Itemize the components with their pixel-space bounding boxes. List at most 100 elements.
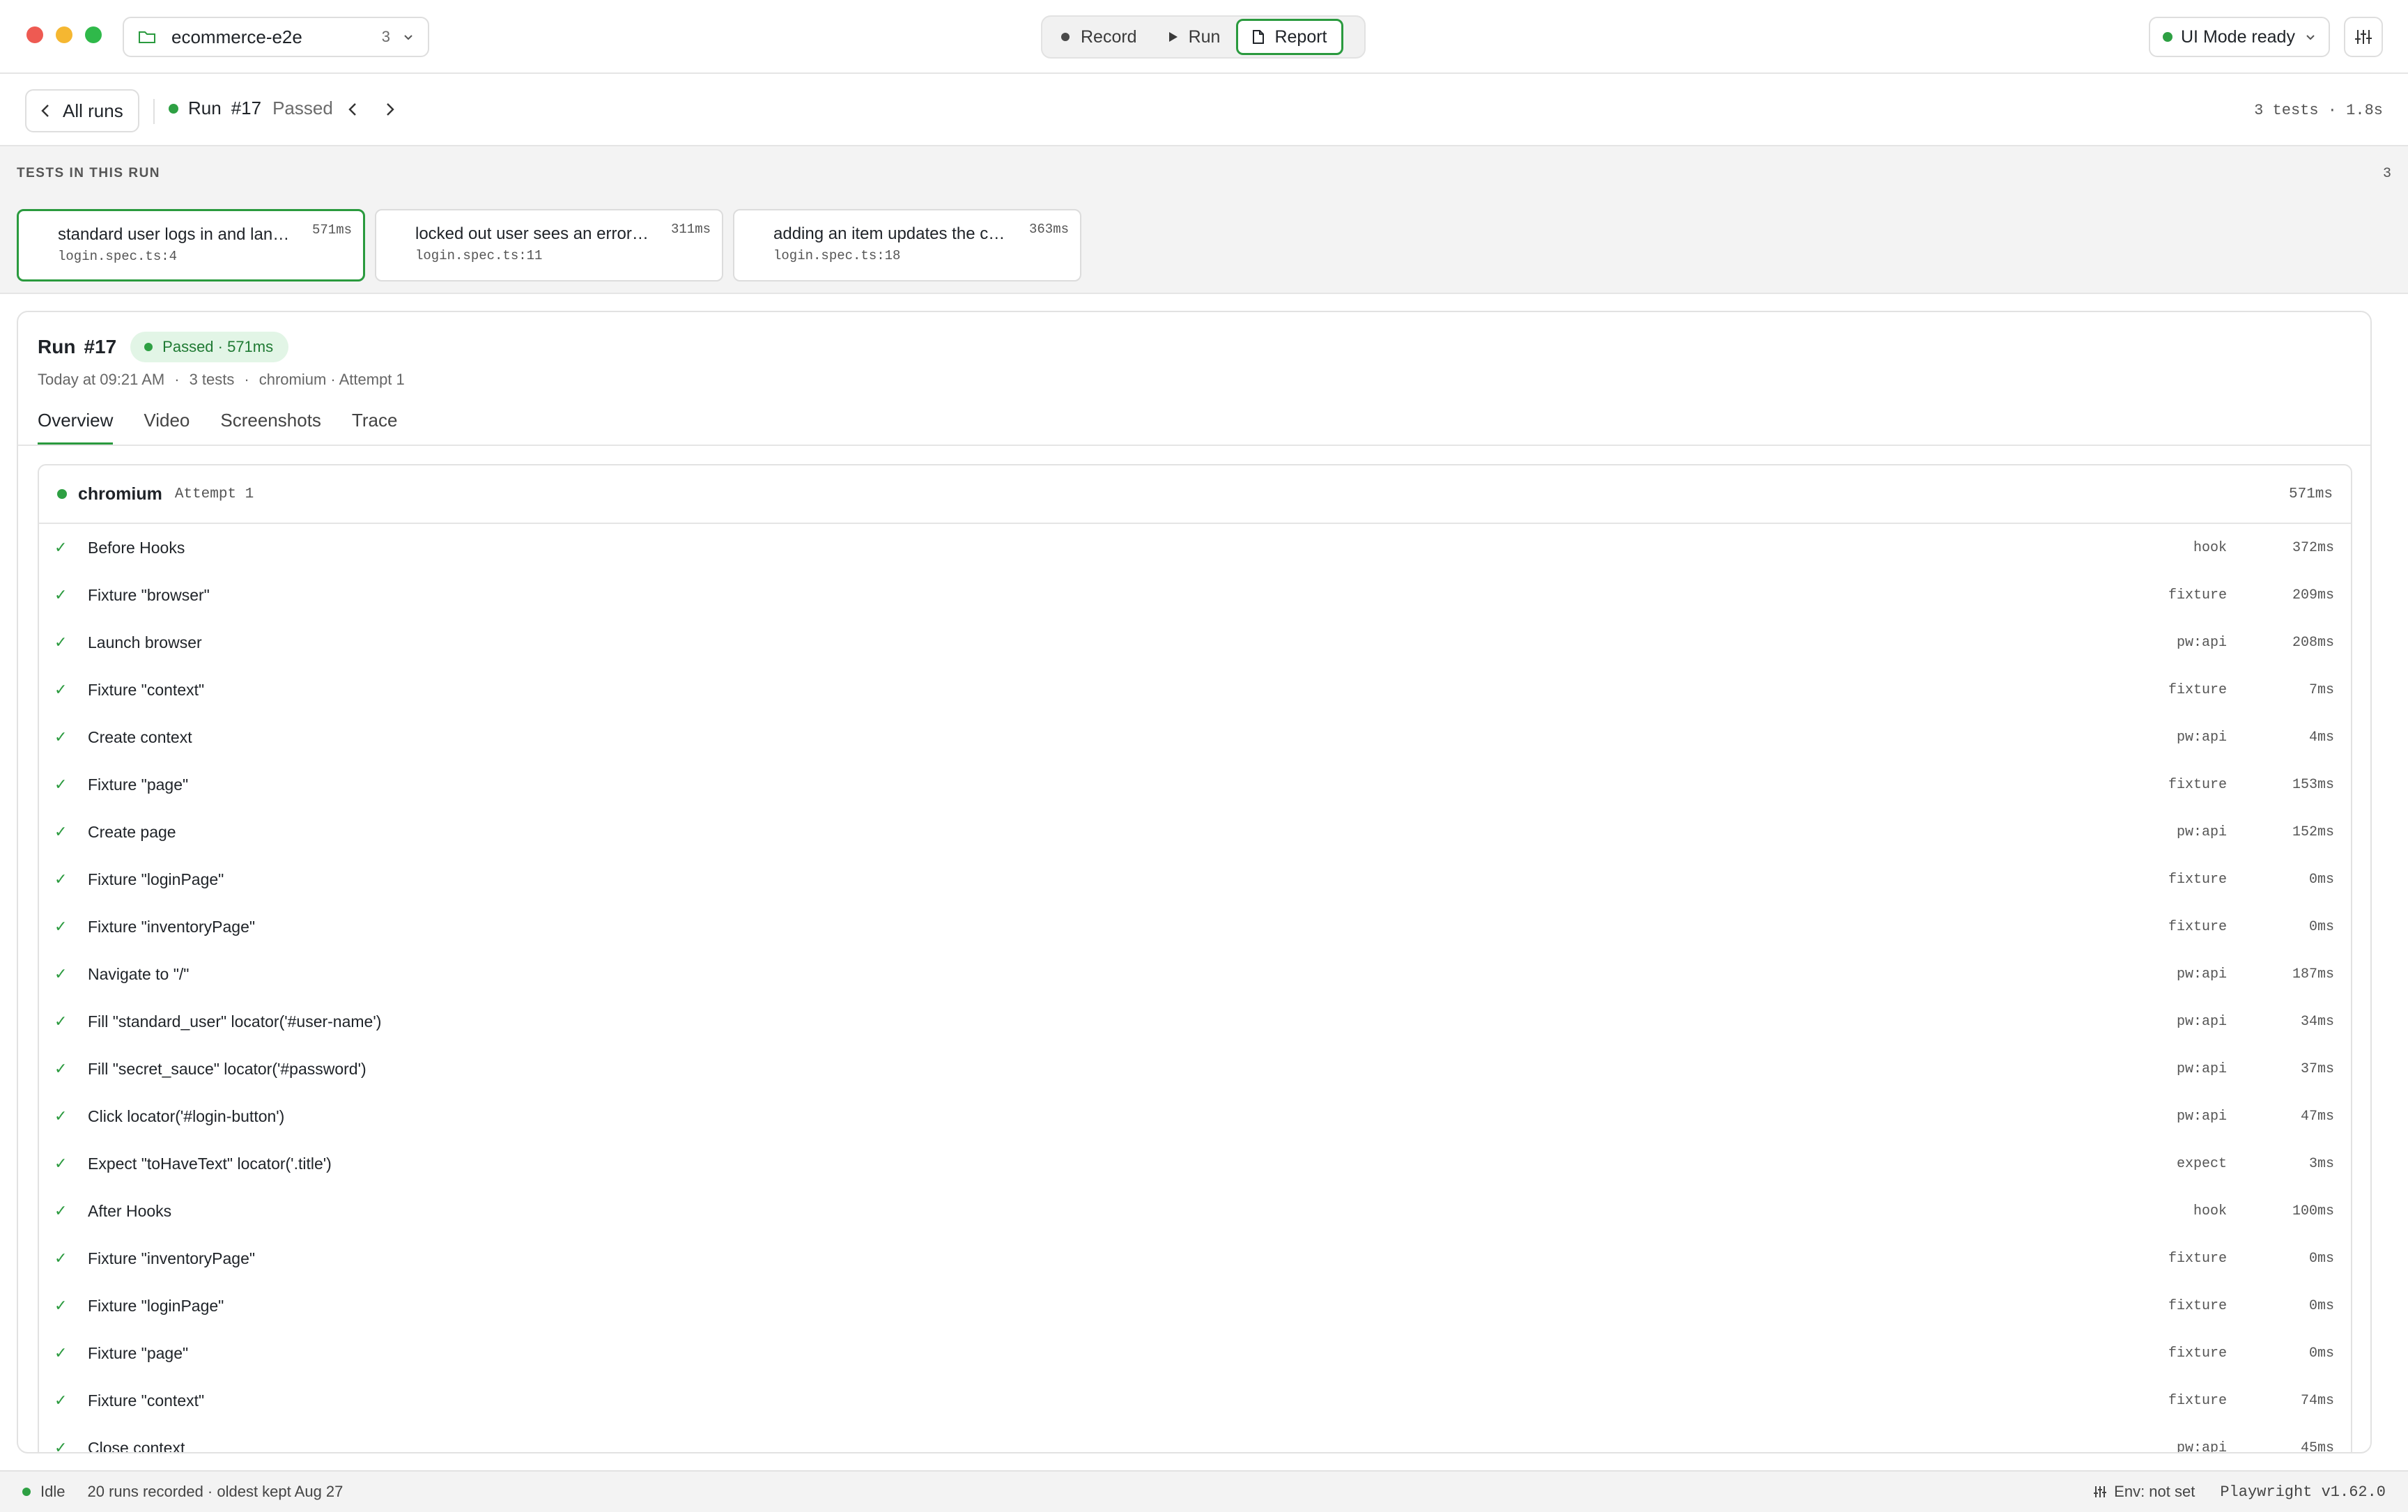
step-row[interactable]: ✓ Click locator('#login-button') pw:api 47m… xyxy=(39,1093,2351,1140)
run-pager xyxy=(344,99,399,120)
step-duration: 153ms xyxy=(2292,776,2334,793)
step-duration: 208ms xyxy=(2292,634,2334,651)
env-indicator[interactable]: Env: not set xyxy=(2093,1483,2195,1501)
status-bar-right: Env: not set Playwright v1.62.0 xyxy=(2093,1483,2386,1501)
previous-run-button[interactable] xyxy=(344,99,361,120)
step-title: Fixture "inventoryPage" xyxy=(88,1249,256,1267)
tab-overview[interactable]: Overview xyxy=(38,410,114,445)
test-duration: 571ms xyxy=(311,222,352,238)
run-environment: chromium · Attempt 1 xyxy=(258,371,405,388)
step-duration: 0ms xyxy=(2308,1297,2334,1314)
step-title: Launch browser xyxy=(88,633,202,651)
step-title: Fill "standard_user" locator('#user-name… xyxy=(88,1012,382,1031)
step-title: Fixture "inventoryPage" xyxy=(88,917,256,936)
test-file: login.spec.ts:4 xyxy=(58,249,178,264)
step-category: pw:api xyxy=(2176,729,2227,746)
test-card[interactable]: standard user logs in and lands on inven… xyxy=(17,209,365,281)
step-row[interactable]: ✓ Fill "secret_sauce" locator('#password'… xyxy=(39,1045,2351,1093)
step-category: expect xyxy=(2176,1155,2227,1172)
run-mode-button[interactable]: Run xyxy=(1153,19,1237,55)
step-title: After Hooks xyxy=(88,1201,172,1220)
step-duration: 187ms xyxy=(2292,966,2334,982)
step-row[interactable]: ✓ Navigate to "/" pw:api 187ms xyxy=(39,950,2351,998)
minimize-window-button[interactable] xyxy=(56,26,72,43)
step-row[interactable]: ✓ Close context pw:api 45ms xyxy=(39,1424,2351,1453)
step-rows: ✓ Before Hooks hook 372ms ✓ Fixture "browser"… xyxy=(39,524,2351,1453)
step-category: pw:api xyxy=(2176,1440,2227,1453)
maximize-window-button[interactable] xyxy=(85,26,102,43)
step-row[interactable]: ✓ Fixture "inventoryPage" fixture 0ms xyxy=(39,903,2351,950)
test-card[interactable]: locked out user sees an error message lo… xyxy=(375,209,723,281)
step-duration: 209ms xyxy=(2292,587,2334,603)
settings-button[interactable] xyxy=(2344,17,2383,57)
step-row[interactable]: ✓ Before Hooks hook 372ms xyxy=(39,524,2351,571)
step-category: hook xyxy=(2193,1203,2227,1219)
step-title: Before Hooks xyxy=(88,538,185,557)
step-row[interactable]: ✓ Fixture "page" fixture 153ms xyxy=(39,761,2351,808)
step-category: pw:api xyxy=(2176,824,2227,840)
tabs-divider xyxy=(18,445,2370,446)
step-duration: 45ms xyxy=(2300,1440,2334,1453)
check-icon: ✓ xyxy=(54,870,68,888)
step-row[interactable]: ✓ Fixture "browser" fixture 209ms xyxy=(39,571,2351,619)
status-badge: Passed · 571ms xyxy=(130,332,289,362)
next-run-button[interactable] xyxy=(382,99,399,120)
step-duration: 4ms xyxy=(2308,729,2334,746)
step-row[interactable]: ✓ Fixture "context" fixture 7ms xyxy=(39,666,2351,713)
step-duration: 74ms xyxy=(2300,1392,2334,1409)
all-runs-button[interactable]: All runs xyxy=(25,89,139,132)
test-card[interactable]: adding an item updates the cart badge lo… xyxy=(733,209,1081,281)
step-duration: 152ms xyxy=(2292,824,2334,840)
step-category: fixture xyxy=(2168,1345,2227,1361)
step-category: fixture xyxy=(2168,681,2227,698)
chevron-down-icon xyxy=(404,35,412,40)
window-controls xyxy=(26,26,102,43)
step-row[interactable]: ✓ Create page pw:api 152ms xyxy=(39,808,2351,856)
step-title: Create context xyxy=(88,727,192,746)
record-mode-button[interactable]: Record xyxy=(1045,19,1153,55)
step-category: fixture xyxy=(2168,918,2227,935)
current-run-info: Run #17 Passed xyxy=(169,98,333,119)
status-dot xyxy=(144,343,153,351)
step-row[interactable]: ✓ After Hooks hook 100ms xyxy=(39,1187,2351,1235)
check-icon: ✓ xyxy=(54,1107,68,1125)
close-window-button[interactable] xyxy=(26,26,43,43)
step-row[interactable]: ✓ Fixture "loginPage" fixture 0ms xyxy=(39,1282,2351,1329)
panel-title: Run #17 Passed · 571ms xyxy=(38,332,289,362)
project-name: ecommerce-e2e xyxy=(171,26,302,47)
run-time: Today at 09:21 AM xyxy=(38,371,165,388)
status-dot xyxy=(169,103,178,114)
step-row[interactable]: ✓ Fill "standard_user" locator('#user-nam… xyxy=(39,998,2351,1045)
step-category: pw:api xyxy=(2176,1108,2227,1125)
check-icon: ✓ xyxy=(54,965,68,982)
check-icon: ✓ xyxy=(54,728,68,746)
chevron-left-icon xyxy=(41,105,49,117)
tab-screenshots[interactable]: Screenshots xyxy=(220,410,321,445)
step-row[interactable]: ✓ Fixture "context" fixture 74ms xyxy=(39,1377,2351,1424)
version-label: Playwright v1.62.0 xyxy=(2220,1483,2386,1501)
detail-tabs: Overview Video Screenshots Trace xyxy=(38,410,397,445)
check-icon: ✓ xyxy=(54,1155,68,1172)
report-mode-button[interactable]: Report xyxy=(1236,19,1343,55)
step-row[interactable]: ✓ Fixture "page" fixture 0ms xyxy=(39,1329,2351,1377)
step-duration: 100ms xyxy=(2292,1203,2334,1219)
step-row[interactable]: ✓ Create context pw:api 4ms xyxy=(39,713,2351,761)
ui-mode-status-dropdown[interactable]: UI Mode ready xyxy=(2149,17,2330,57)
step-category: hook xyxy=(2193,539,2227,556)
step-row[interactable]: ✓ Launch browser pw:api 208ms xyxy=(39,619,2351,666)
chevron-right-icon xyxy=(387,103,394,116)
project-selector[interactable]: ecommerce-e2e 3 xyxy=(123,17,429,57)
step-row[interactable]: ✓ Expect "toHaveText" locator('.title') ex… xyxy=(39,1140,2351,1187)
step-row[interactable]: ✓ Fixture "loginPage" fixture 0ms xyxy=(39,856,2351,903)
tests-strip-heading: TESTS IN THIS RUN xyxy=(17,166,161,180)
tab-trace[interactable]: Trace xyxy=(352,410,398,445)
step-row[interactable]: ✓ Fixture "inventoryPage" fixture 0ms xyxy=(39,1235,2351,1282)
attempt-label: Attempt 1 xyxy=(174,486,254,502)
run-detail-panel: Run #17 Passed · 571ms Today at 09:21 AM … xyxy=(17,311,2372,1453)
step-category: fixture xyxy=(2168,587,2227,603)
folder-icon xyxy=(139,31,155,43)
check-icon: ✓ xyxy=(54,1439,68,1453)
tab-video[interactable]: Video xyxy=(144,410,190,445)
browser-name: chromium xyxy=(78,484,162,504)
step-category: pw:api xyxy=(2176,1060,2227,1077)
